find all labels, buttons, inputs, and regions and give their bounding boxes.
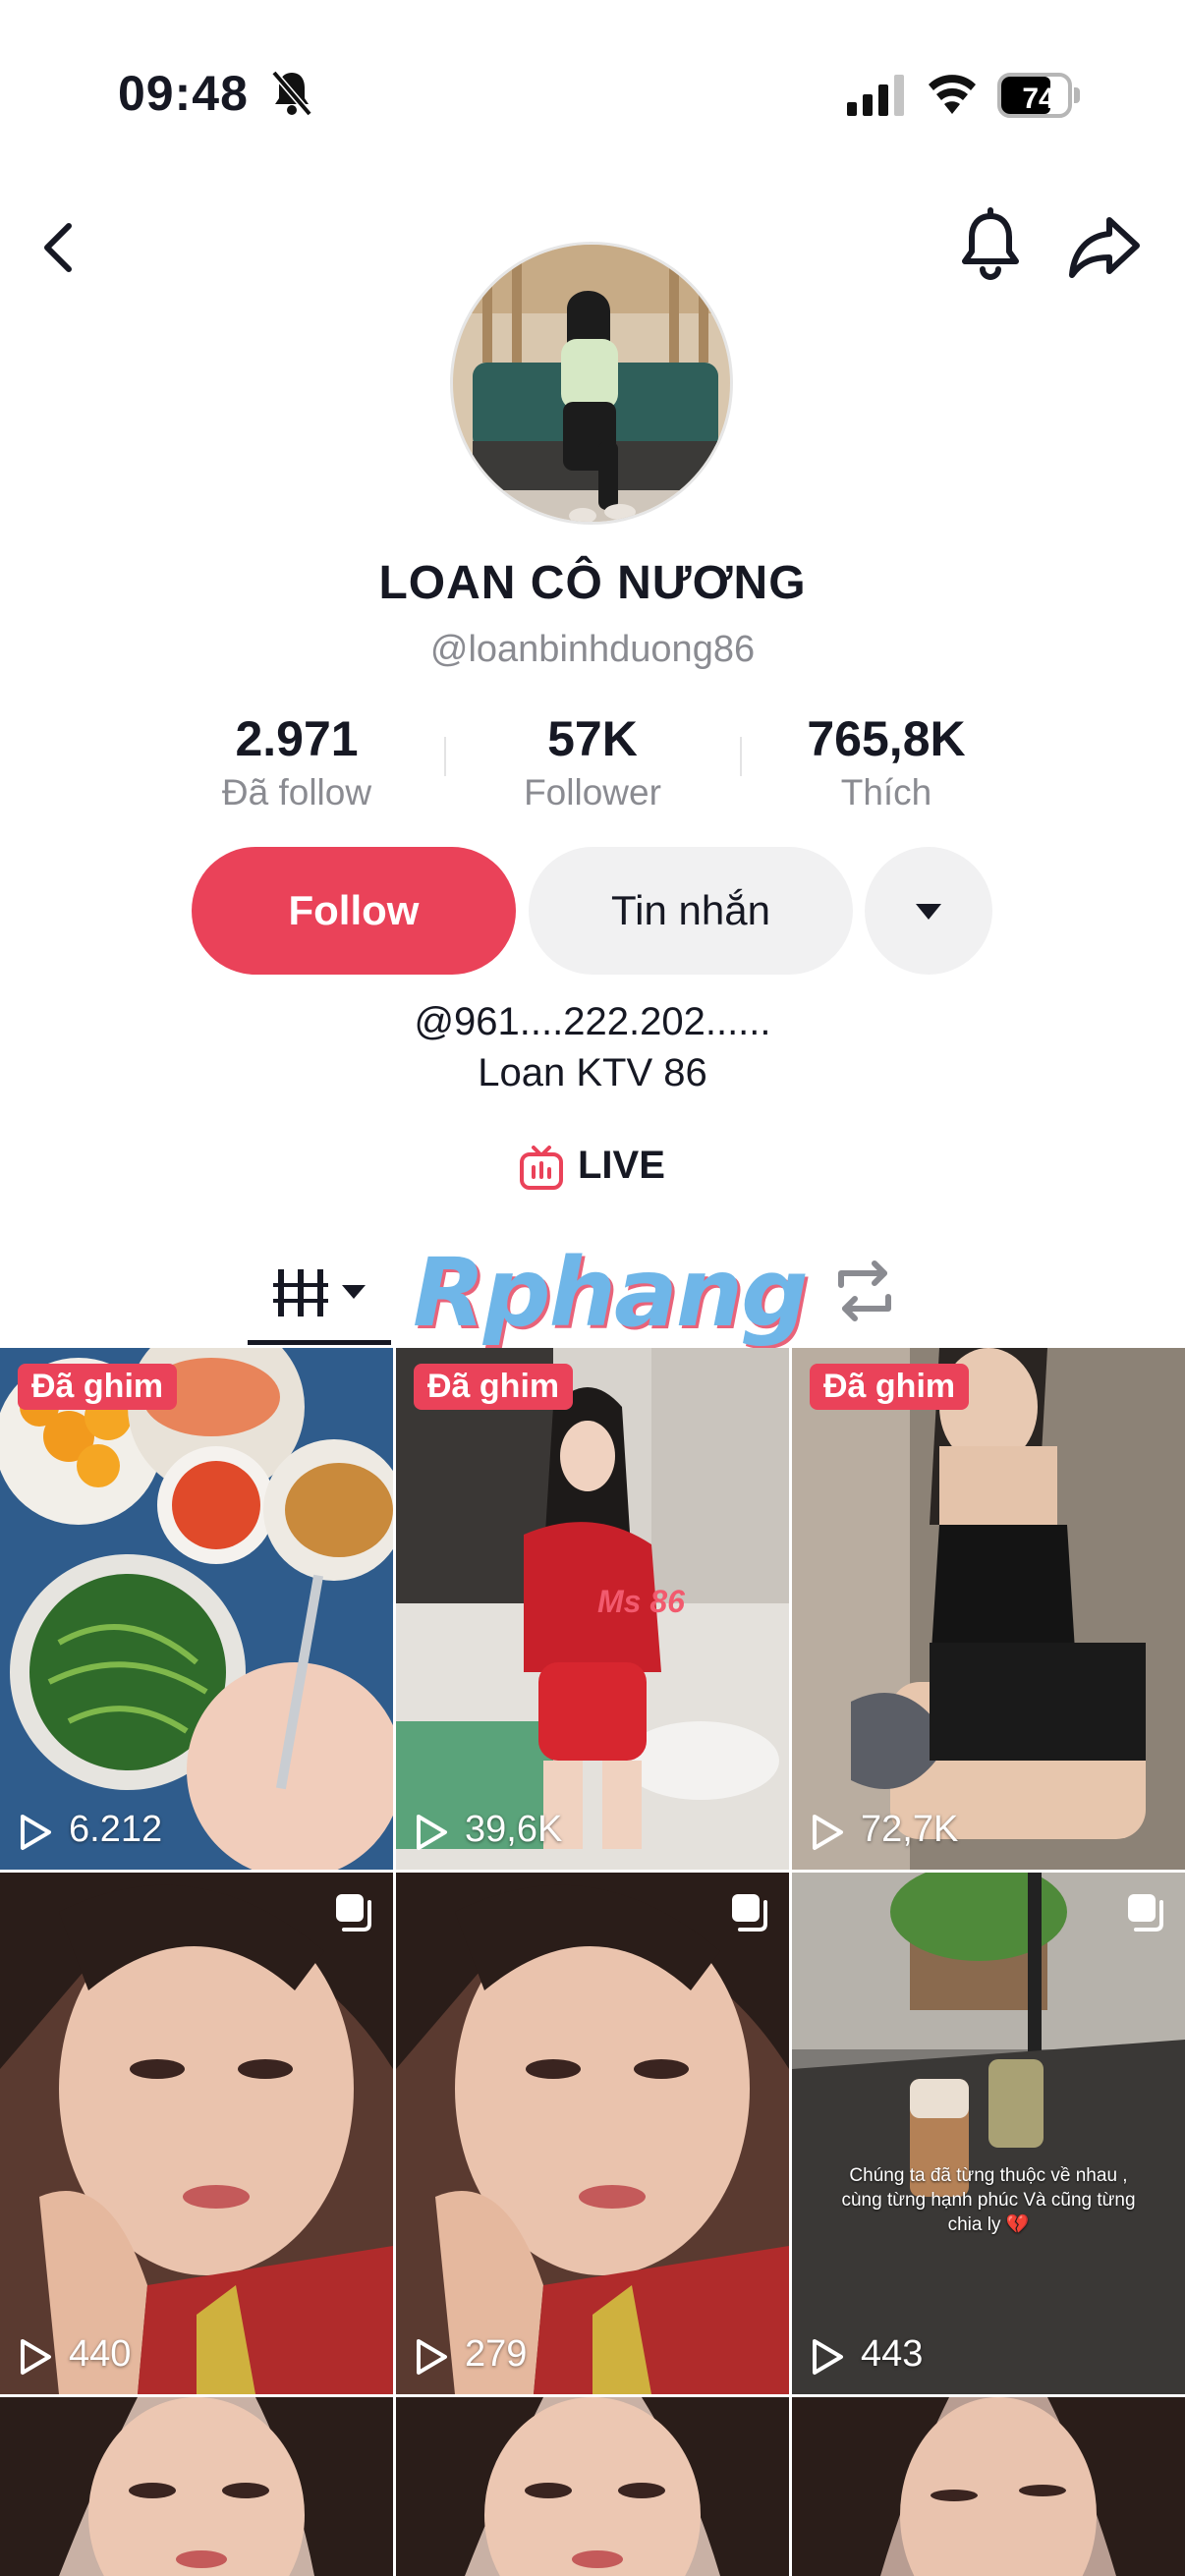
- play-icon: [813, 2339, 843, 2375]
- more-options-button[interactable]: [865, 847, 992, 975]
- video-thumbnail: [0, 1348, 393, 1870]
- bell-muted-icon: [271, 70, 312, 116]
- stat-label: Thích: [840, 772, 932, 812]
- stat-value: 57K: [547, 711, 638, 766]
- video-thumbnail: [396, 1873, 789, 2394]
- video-tile[interactable]: [396, 2397, 789, 2576]
- follow-button[interactable]: Follow: [192, 847, 516, 975]
- play-icon: [417, 1815, 447, 1850]
- play-icon: [813, 1815, 843, 1850]
- content-tabs: Rphang: [0, 1228, 1185, 1348]
- view-count: 279: [465, 2333, 528, 2375]
- play-icon: [417, 2339, 447, 2375]
- wifi-icon: [929, 75, 976, 114]
- video-grid-icon: [273, 1269, 366, 1316]
- stat-label: Đã follow: [221, 772, 372, 812]
- bio-line: Loan KTV 86: [478, 1051, 707, 1094]
- watermark-logo: Rphang: [413, 1238, 809, 1348]
- live-tv-icon: [520, 1146, 563, 1190]
- multi-photo-icon: [336, 1894, 371, 1932]
- notification-bell-icon[interactable]: [953, 206, 1028, 285]
- pinned-badge: Đã ghim: [414, 1364, 574, 1410]
- video-tile[interactable]: 279: [396, 1873, 789, 2394]
- stat-likes[interactable]: 765,8K Thích: [739, 707, 1034, 815]
- cellular-signal-icon: [847, 75, 904, 116]
- stat-following[interactable]: 2.971 Đã follow: [149, 707, 444, 815]
- video-thumbnail: [0, 1873, 393, 2394]
- view-count: 72,7K: [861, 1809, 959, 1850]
- stat-value: 2.971: [235, 711, 359, 766]
- live-label: LIVE: [578, 1144, 665, 1187]
- share-arrow-icon[interactable]: [1066, 208, 1145, 287]
- tab-videos[interactable]: [248, 1248, 393, 1336]
- bio-line: @961....222.202......: [414, 1000, 771, 1043]
- profile-avatar[interactable]: [450, 242, 733, 525]
- active-tab-indicator: [248, 1340, 391, 1345]
- caret-down-icon: [916, 904, 941, 920]
- video-tile[interactable]: 440: [0, 1873, 393, 2394]
- stat-label: Follower: [524, 772, 661, 812]
- status-time: 09:48: [118, 66, 249, 121]
- view-count: 6.212: [69, 1809, 163, 1850]
- video-thumbnail: [792, 1873, 1185, 2394]
- battery-percent: 74: [1022, 83, 1055, 115]
- video-thumbnail: [396, 2397, 789, 2576]
- view-count: 440: [69, 2333, 132, 2375]
- video-grid: Đã ghim 6.212 Ms 86 Đã ghim 39,6K Đã ghi…: [0, 1348, 1185, 2576]
- video-tile[interactable]: Đã ghim 72,7K: [792, 1348, 1185, 1870]
- repost-icon[interactable]: [827, 1254, 902, 1328]
- profile-stats: 2.971 Đã follow 57K Follower 765,8K Thíc…: [0, 707, 1185, 815]
- video-overlay-text: Ms 86: [597, 1584, 685, 1619]
- pinned-badge: Đã ghim: [18, 1364, 178, 1410]
- video-tile[interactable]: Chúng ta đã từng thuộc về nhau , cùng từ…: [792, 1873, 1185, 2394]
- multi-photo-icon: [1128, 1894, 1163, 1932]
- battery-indicator: 74: [997, 73, 1080, 118]
- play-icon: [21, 1815, 51, 1850]
- message-button[interactable]: Tin nhắn: [529, 847, 853, 975]
- video-thumbnail: [792, 2397, 1185, 2576]
- video-tile[interactable]: [792, 2397, 1185, 2576]
- status-bar: 09:48 74: [0, 0, 1185, 187]
- view-count: 443: [861, 2333, 924, 2375]
- pinned-badge: Đã ghim: [810, 1364, 970, 1410]
- video-thumbnail: [792, 1348, 1185, 1870]
- video-thumbnail: [396, 1348, 789, 1870]
- multi-photo-icon: [732, 1894, 767, 1932]
- video-caption: Chúng ta đã từng thuộc về nhau , cùng từ…: [841, 2165, 1136, 2235]
- video-tile[interactable]: [0, 2397, 393, 2576]
- video-thumbnail: [0, 2397, 393, 2576]
- view-count: 39,6K: [465, 1809, 563, 1850]
- video-tile[interactable]: Đã ghim 6.212: [0, 1348, 393, 1870]
- stat-followers[interactable]: 57K Follower: [445, 707, 740, 815]
- play-icon: [21, 2339, 51, 2375]
- stat-value: 765,8K: [807, 711, 966, 766]
- back-button[interactable]: [29, 208, 88, 287]
- avatar-photo: [453, 245, 730, 522]
- profile-handle: @loanbinhduong86: [429, 629, 756, 670]
- video-tile[interactable]: Ms 86 Đã ghim 39,6K: [396, 1348, 789, 1870]
- profile-name: LOAN CÔ NƯƠNG: [378, 557, 807, 609]
